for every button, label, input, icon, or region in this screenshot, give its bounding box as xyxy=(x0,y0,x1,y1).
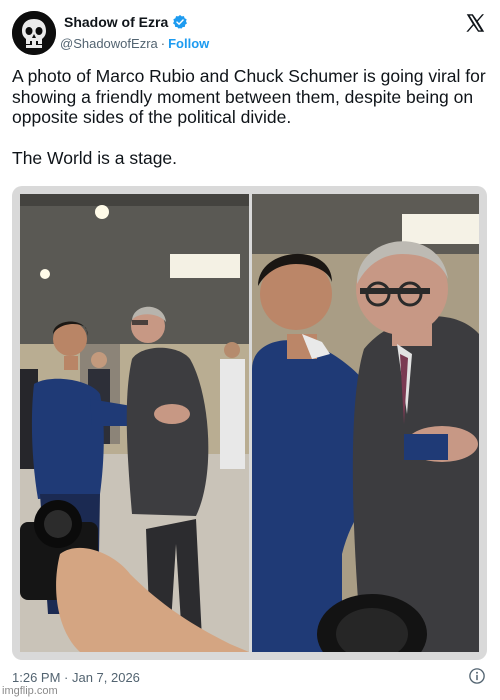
separator-dot: · xyxy=(160,36,166,51)
avatar[interactable] xyxy=(12,11,56,55)
post-card: Shadow of Ezra @ShadowofEzra · Follow A … xyxy=(0,0,500,700)
follow-button[interactable]: Follow xyxy=(168,36,209,51)
display-name[interactable]: Shadow of Ezra xyxy=(64,14,168,30)
author-name-row[interactable]: Shadow of Ezra xyxy=(64,14,188,30)
handle[interactable]: @ShadowofEzra xyxy=(60,36,158,51)
photo-right[interactable] xyxy=(252,194,479,652)
handle-row: @ShadowofEzra · Follow xyxy=(60,36,209,51)
post-media[interactable] xyxy=(12,186,487,660)
verified-badge-icon xyxy=(173,15,188,29)
photo-right-image xyxy=(252,194,479,652)
skull-icon xyxy=(12,11,56,55)
post-timestamp[interactable]: 1:26 PM · Jan 7, 2026 xyxy=(12,670,140,685)
info-icon[interactable] xyxy=(468,667,486,685)
x-logo-icon[interactable] xyxy=(464,12,486,34)
post-text: A photo of Marco Rubio and Chuck Schumer… xyxy=(12,66,486,168)
imgflip-watermark: imgflip.com xyxy=(2,685,58,697)
photo-left[interactable] xyxy=(20,194,249,652)
photo-left-image xyxy=(20,194,249,652)
